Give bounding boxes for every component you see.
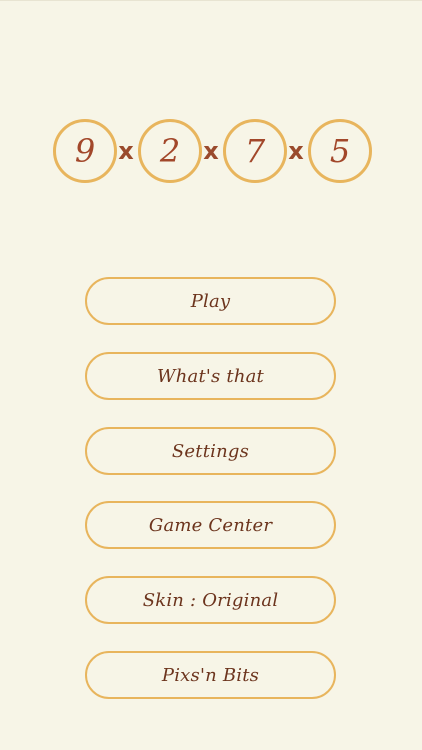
play-button[interactable]: Play	[85, 277, 336, 325]
whats-that-button[interactable]: What's that	[85, 352, 336, 400]
game-center-button[interactable]: Game Center	[85, 501, 336, 549]
logo-digit: 5	[308, 119, 372, 183]
pixs-bits-button[interactable]: Pixs'n Bits	[85, 651, 336, 699]
main-menu-screen: 9 x 2 x 7 x 5 Play What's that Settings …	[0, 0, 422, 750]
logo-multiply-sign: x	[203, 137, 219, 165]
game-logo: 9 x 2 x 7 x 5	[53, 119, 372, 183]
logo-digit: 9	[53, 119, 117, 183]
logo-multiply-sign: x	[118, 137, 134, 165]
logo-multiply-sign: x	[288, 137, 304, 165]
settings-button[interactable]: Settings	[85, 427, 336, 475]
logo-digit: 7	[223, 119, 287, 183]
logo-digit: 2	[138, 119, 202, 183]
skin-button[interactable]: Skin : Original	[85, 576, 336, 624]
